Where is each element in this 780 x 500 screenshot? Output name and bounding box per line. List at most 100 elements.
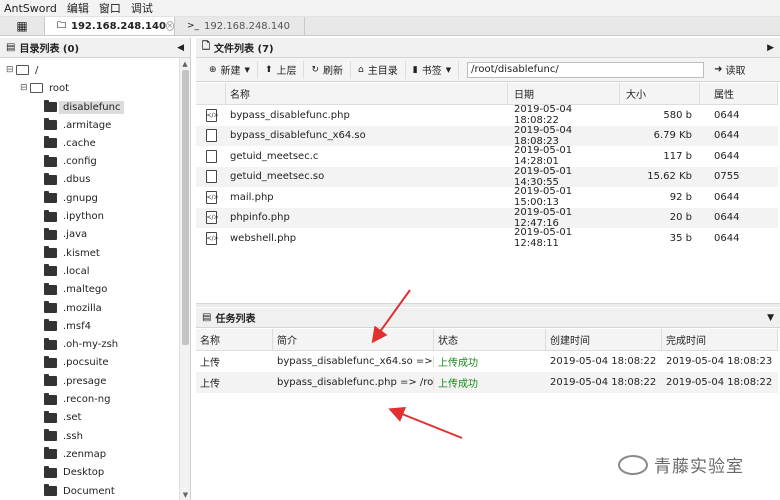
column-date[interactable]: 日期 bbox=[508, 83, 620, 104]
folder-icon bbox=[44, 191, 57, 204]
wechat-logo-icon bbox=[618, 454, 648, 475]
up-button[interactable]: ⬆ 上层 bbox=[258, 60, 305, 79]
tree-node[interactable]: Desktop bbox=[44, 464, 104, 482]
scroll-up-icon[interactable]: ▲ bbox=[180, 58, 190, 69]
tree-node[interactable]: .ssh bbox=[44, 427, 83, 445]
collapse-down-icon[interactable]: ▼ bbox=[767, 313, 774, 323]
menu-edit[interactable]: 编辑 bbox=[63, 0, 95, 16]
tree-node[interactable]: .msf4 bbox=[44, 317, 91, 335]
tree-node[interactable]: .dbus bbox=[44, 171, 90, 189]
tree-node[interactable]: .zenmap bbox=[44, 445, 106, 463]
header-icon-cell bbox=[196, 83, 226, 104]
tree-node[interactable]: .recon-ng bbox=[44, 391, 110, 409]
file-attr: 0644 bbox=[714, 130, 740, 142]
tree-toggle-icon[interactable]: ⊟ bbox=[20, 83, 30, 93]
file-name: getuid_meetsec.so bbox=[230, 171, 325, 183]
column-task-done[interactable]: 完成时间 bbox=[662, 329, 778, 350]
home-button[interactable]: ⌂ 主目录 bbox=[351, 60, 406, 79]
read-label: 读取 bbox=[725, 66, 746, 77]
column-task-status[interactable]: 状态 bbox=[434, 329, 546, 350]
bookmark-icon: ▮ bbox=[412, 64, 418, 75]
tree-node[interactable]: .gnupg bbox=[44, 189, 98, 207]
tree-node[interactable]: .mozilla bbox=[44, 299, 102, 317]
column-name[interactable]: 名称 bbox=[226, 83, 508, 104]
tree-scrollbar[interactable]: ▲ ▼ bbox=[179, 58, 190, 500]
tree-node[interactable]: .set bbox=[44, 409, 81, 427]
file-size: 117 b bbox=[663, 150, 692, 162]
file-type-cell bbox=[196, 190, 226, 204]
tree-label: root bbox=[49, 82, 70, 94]
folder-open-icon bbox=[30, 83, 43, 93]
scroll-thumb[interactable] bbox=[182, 70, 189, 345]
task-row[interactable]: 上传 bypass_disablefunc.php => /root/disabl… bbox=[196, 372, 778, 393]
tree-node[interactable]: .presage bbox=[44, 372, 106, 390]
close-icon[interactable]: ✕ bbox=[165, 21, 174, 31]
column-task-name[interactable]: 名称 bbox=[196, 329, 273, 350]
file-attr: 0644 bbox=[714, 150, 740, 162]
file-icon bbox=[205, 149, 217, 163]
tree-node-selected[interactable]: disablefunc bbox=[44, 98, 125, 116]
menu-debug[interactable]: 调试 bbox=[127, 0, 159, 16]
collapse-right-icon[interactable]: ▶ bbox=[767, 43, 774, 53]
tree-node[interactable]: .armitage bbox=[44, 116, 111, 134]
folder-icon bbox=[44, 337, 57, 350]
column-task-desc[interactable]: 简介 bbox=[273, 329, 434, 350]
file-row[interactable]: getuid_meetsec.so 2019-05-01 14:30:55 15.6… bbox=[196, 166, 778, 188]
path-input[interactable]: /root/disablefunc/ bbox=[467, 61, 705, 78]
file-row[interactable]: webshell.php 2019-05-01 12:48:11 35 b 0644 bbox=[196, 227, 778, 250]
file-row[interactable]: phpinfo.php 2019-05-01 12:47:16 20 b 0644 bbox=[196, 207, 778, 229]
tree-node[interactable]: .maltego bbox=[44, 281, 107, 299]
column-size[interactable]: 大小 bbox=[620, 83, 700, 104]
tree-node[interactable]: .pocsuite bbox=[44, 354, 109, 372]
directory-tree: ⊟ / ⊟ root disablefunc .armitage .cache .c… bbox=[0, 58, 190, 500]
tree-node[interactable]: .cache bbox=[44, 134, 96, 152]
tree-node[interactable]: .local bbox=[44, 262, 89, 280]
task-done: 2019-05-04 18:08:22 bbox=[666, 377, 773, 388]
task-created: 2019-05-04 18:08:22 bbox=[550, 377, 657, 388]
code-file-icon bbox=[205, 190, 219, 204]
file-date: 2019-05-01 12:48:11 bbox=[514, 227, 573, 250]
read-button[interactable]: ➜ 读取 bbox=[714, 62, 745, 77]
folder-open-icon bbox=[16, 65, 29, 75]
tasks-icon: ▤ bbox=[202, 312, 212, 323]
tree-label: .recon-ng bbox=[63, 394, 111, 405]
new-button[interactable]: ⊕ 新建 ▼ bbox=[202, 60, 258, 79]
plus-icon: ⊕ bbox=[209, 64, 217, 75]
tree-node[interactable]: .config bbox=[44, 153, 97, 171]
file-attr: 0755 bbox=[714, 171, 740, 183]
tree-toggle-icon[interactable]: ⊟ bbox=[6, 65, 16, 75]
task-row[interactable]: 上传 bypass_disablefunc_x64.so => /root/上传成… bbox=[196, 351, 778, 372]
tree-node[interactable]: .ipython bbox=[44, 208, 104, 226]
tree-label: / bbox=[35, 64, 39, 76]
panel-splitter[interactable] bbox=[196, 303, 780, 307]
tree-node[interactable]: Document bbox=[44, 482, 115, 500]
terminal-icon: >_ bbox=[187, 21, 200, 31]
column-attr[interactable]: 属性 bbox=[700, 83, 778, 104]
tab-file-manager[interactable]: 🗀 192.168.248.140 ✕ bbox=[45, 17, 175, 35]
scroll-down-icon[interactable]: ▼ bbox=[180, 489, 190, 500]
tree-node[interactable]: .oh-my-zsh bbox=[44, 336, 118, 354]
file-row[interactable]: getuid_meetsec.c 2019-05-01 14:28:01 117 b… bbox=[196, 145, 778, 167]
file-row[interactable]: bypass_disablefunc.php 2019-05-04 18:08:2… bbox=[196, 104, 778, 126]
bookmark-button[interactable]: ▮ 书签 ▼ bbox=[406, 60, 460, 79]
refresh-button[interactable]: ↻ 刷新 bbox=[304, 60, 352, 79]
grid-icon[interactable]: ▦ bbox=[0, 17, 45, 35]
file-row[interactable]: mail.php 2019-05-01 15:00:13 92 b 0644 bbox=[196, 186, 778, 208]
folder-icon bbox=[44, 100, 57, 112]
menu-app[interactable]: AntSword bbox=[0, 2, 63, 15]
collapse-left-icon[interactable]: ◀ bbox=[177, 43, 184, 53]
column-task-created[interactable]: 创建时间 bbox=[546, 329, 662, 350]
new-label: 新建 bbox=[220, 66, 241, 77]
watermark: 青藤实验室 bbox=[618, 452, 744, 477]
tree-node[interactable]: .java bbox=[44, 226, 87, 244]
tab-terminal[interactable]: >_ 192.168.248.140 bbox=[175, 17, 305, 35]
tree-node-root[interactable]: ⊟ root bbox=[20, 79, 69, 97]
tab-bar: ▦ 🗀 192.168.248.140 ✕ >_ 192.168.248.140 bbox=[0, 17, 780, 36]
menu-window[interactable]: 窗口 bbox=[95, 0, 127, 16]
file-row[interactable]: bypass_disablefunc_x64.so 2019-05-04 18:0… bbox=[196, 125, 778, 147]
file-name: bypass_disablefunc.php bbox=[230, 109, 350, 121]
task-name: 上传 bbox=[200, 358, 220, 369]
tree-node-root-dir[interactable]: ⊟ / bbox=[6, 61, 38, 79]
task-done: 2019-05-04 18:08:23 bbox=[666, 356, 773, 367]
tree-node[interactable]: .kismet bbox=[44, 244, 100, 262]
